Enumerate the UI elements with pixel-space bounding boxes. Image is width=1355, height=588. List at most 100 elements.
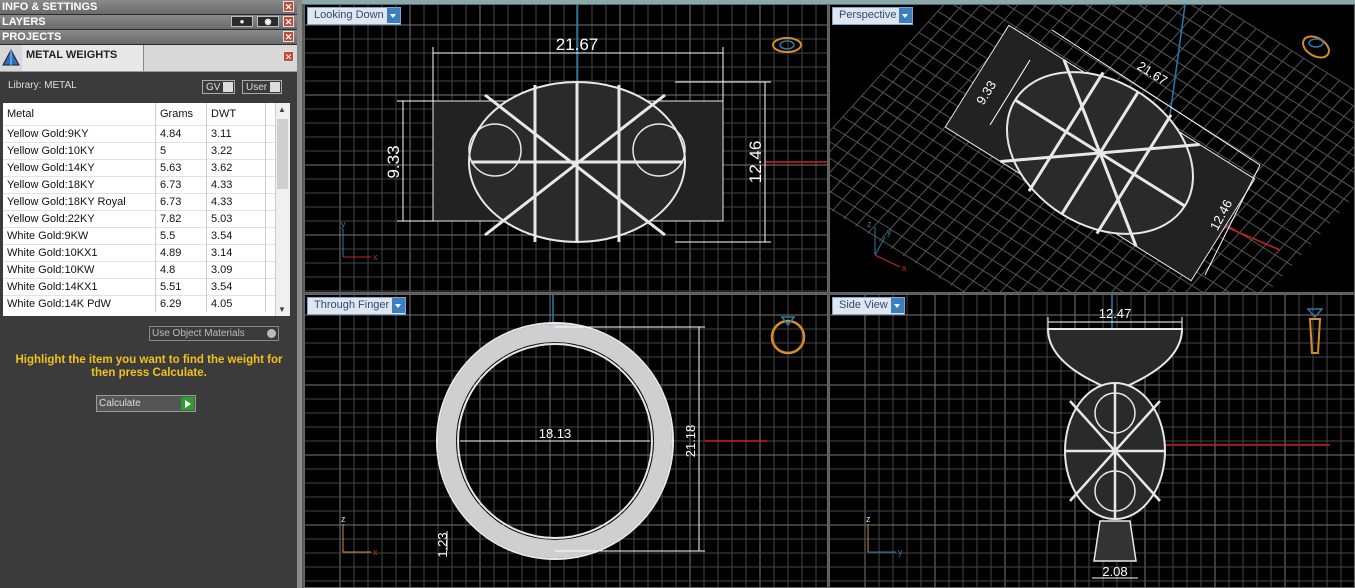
cell-metal: White Gold:9KW (3, 227, 156, 245)
viewport-title[interactable]: Side View (832, 297, 905, 315)
projects-header[interactable]: PROJECTS ✕ (0, 30, 297, 45)
table-row[interactable]: White Gold:10KW 4.8 3.09 (3, 261, 284, 279)
cell-metal: Yellow Gold:14KY (3, 159, 156, 177)
panel-splitter[interactable] (297, 0, 302, 588)
table-row[interactable]: White Gold:9KW 5.5 3.54 (3, 227, 284, 245)
cell-dwt: 3.62 (206, 159, 266, 177)
table-row[interactable]: White Gold:14KX1 5.51 3.54 (3, 278, 284, 296)
viewport-title-label: Perspective (839, 9, 897, 21)
cell-dwt: 3.09 (206, 261, 266, 279)
eye-icon[interactable]: ◉ (257, 16, 279, 27)
table-body: Yellow Gold:9KY 4.84 3.11 Yellow Gold:10KY 5… (3, 125, 284, 312)
cell-dwt: 3.54 (206, 227, 266, 245)
dimension-label: 18.13 (539, 426, 572, 441)
scroll-up-icon[interactable]: ▲ (278, 105, 286, 114)
axis-gizmo: x y (341, 219, 378, 262)
table-row[interactable]: Yellow Gold:18KY Royal 6.73 4.33 (3, 193, 284, 211)
axis-y-label: y (887, 227, 892, 237)
user-toggle[interactable]: User (242, 80, 283, 94)
close-icon[interactable]: ✕ (283, 51, 294, 62)
axis-z-label: z (341, 514, 346, 524)
viewport-looking-down[interactable]: Looking Down 21.67 9.33 12.46 x y (304, 4, 828, 293)
viewport-title[interactable]: Through Finger (307, 297, 407, 315)
cell-grams: 4.89 (155, 244, 207, 262)
dimension-label: 9.33 (384, 145, 403, 178)
use-object-materials-label: Use Object Materials (152, 328, 245, 339)
side-view-canvas: 12.47 2.08 y z (830, 295, 1354, 587)
gv-toggle[interactable]: GV (202, 80, 236, 94)
table-row[interactable]: Yellow Gold:10KY 5 3.22 (3, 142, 284, 160)
table-row[interactable]: Yellow Gold:22KY 7.82 5.03 (3, 210, 284, 228)
viewport-side-view[interactable]: Side View 12.47 2.08 y z (829, 294, 1355, 588)
cell-grams: 6.73 (155, 193, 207, 211)
axis-y-label: y (341, 219, 346, 229)
ring-wireframe (1046, 328, 1184, 562)
instruction-text: Highlight the item you want to find the … (15, 354, 283, 379)
dimension-label: 12.47 (1099, 306, 1132, 321)
cell-metal: Yellow Gold:18KY Royal (3, 193, 156, 211)
toggle-knob (223, 82, 234, 92)
left-panel: INFO & SETTINGS ✕ LAYERS ● ◉ ✕ PROJECTS … (0, 0, 297, 588)
cell-metal: Yellow Gold:9KY (3, 125, 156, 143)
table-row[interactable]: Yellow Gold:18KY 6.73 4.33 (3, 176, 284, 194)
calculate-label: Calculate (99, 398, 141, 409)
layers-header[interactable]: LAYERS ● ◉ ✕ (0, 15, 297, 30)
dropdown-icon[interactable] (392, 298, 406, 313)
info-settings-label: INFO & SETTINGS (2, 1, 98, 13)
viewport-title[interactable]: Looking Down (307, 7, 401, 25)
library-row: Library: METAL GV User (8, 80, 288, 96)
table-row[interactable]: White Gold:10KX1 4.89 3.14 (3, 244, 284, 262)
table-scrollbar[interactable]: ▲ ▼ (275, 103, 290, 316)
metal-table[interactable]: Metal Grams DWT Yellow Gold:9KY 4.84 3.11 Y… (3, 103, 290, 316)
column-header-dwt[interactable]: DWT (206, 103, 266, 126)
cell-dwt: 4.33 (206, 176, 266, 194)
cell-metal: Yellow Gold:22KY (3, 210, 156, 228)
cell-dwt: 4.33 (206, 193, 266, 211)
play-icon[interactable] (181, 397, 194, 410)
use-object-materials-option[interactable]: Use Object Materials (149, 326, 279, 341)
calculate-button[interactable]: Calculate (96, 395, 196, 412)
close-icon[interactable]: ✕ (283, 1, 294, 12)
ring-preview-icon[interactable] (1306, 308, 1324, 354)
axis-x-label: x (373, 252, 378, 262)
viewport-title-label: Side View (839, 299, 888, 311)
dropdown-icon[interactable] (899, 8, 913, 23)
cell-dwt: 3.54 (206, 278, 266, 296)
cell-metal: White Gold:14KX1 (3, 278, 156, 296)
show-hide-icon[interactable]: ● (231, 16, 253, 27)
metal-weights-tab[interactable]: METAL WEIGHTS (22, 45, 144, 71)
column-header-metal[interactable]: Metal (3, 103, 156, 126)
info-settings-header[interactable]: INFO & SETTINGS ✕ (0, 0, 297, 15)
cell-grams: 4.8 (155, 261, 207, 279)
close-icon[interactable]: ✕ (283, 31, 294, 42)
scroll-down-icon[interactable]: ▼ (278, 305, 286, 314)
radio-icon[interactable] (267, 329, 276, 338)
cell-dwt: 3.14 (206, 244, 266, 262)
table-row[interactable]: White Gold:14K PdW 6.29 4.05 (3, 295, 284, 312)
metal-weights-icon (2, 49, 20, 66)
ring-preview-icon[interactable] (772, 37, 802, 53)
viewport-title-label: Looking Down (314, 9, 384, 21)
ring-preview-icon[interactable] (1299, 32, 1332, 62)
viewport-title[interactable]: Perspective (832, 7, 914, 25)
dimension-label: 21.67 (556, 35, 599, 54)
column-header-grams[interactable]: Grams (155, 103, 207, 126)
close-icon[interactable]: ✕ (283, 16, 294, 27)
scroll-thumb[interactable] (277, 119, 288, 189)
table-row[interactable]: Yellow Gold:9KY 4.84 3.11 (3, 125, 284, 143)
axis-z-label: z (867, 219, 872, 229)
viewport-through-finger[interactable]: Through Finger 18.13 21.18 1.23 x z (304, 294, 828, 588)
cell-grams: 7.82 (155, 210, 207, 228)
metal-weights-header: METAL WEIGHTS ✕ (0, 45, 297, 72)
axis-x-label: x (373, 547, 378, 557)
looking-down-canvas: 21.67 9.33 12.46 x y (305, 5, 827, 292)
dropdown-icon[interactable] (890, 298, 904, 313)
viewport-perspective[interactable]: Perspective 21.67 9.33 12.46 x y z (829, 4, 1355, 293)
projects-label: PROJECTS (2, 31, 62, 43)
cell-metal: Yellow Gold:18KY (3, 176, 156, 194)
dropdown-icon[interactable] (386, 8, 400, 23)
cell-grams: 5 (155, 142, 207, 160)
cell-metal: White Gold:14K PdW (3, 295, 156, 312)
dimension-label: 1.23 (435, 532, 450, 557)
table-row[interactable]: Yellow Gold:14KY 5.63 3.62 (3, 159, 284, 177)
